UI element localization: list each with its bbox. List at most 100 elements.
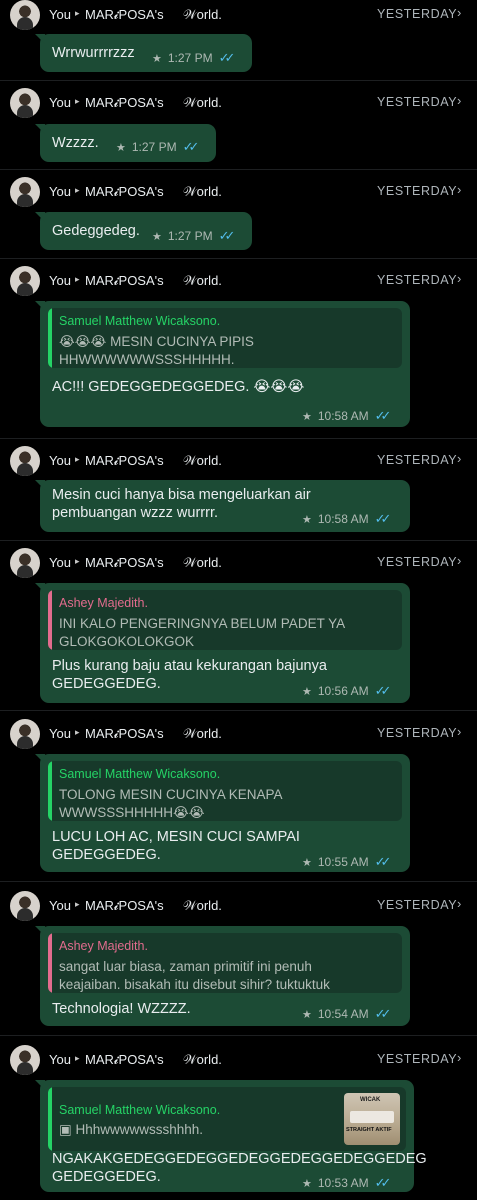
chat-name-suffix: 𝒲orld. — [183, 95, 222, 110]
sender-name: You — [49, 7, 71, 22]
chat-name-suffix: 𝒲orld. — [183, 898, 222, 913]
message-entry[interactable]: You ▸ MAR𝓲POSA's 𝒲orld. YESTERDAY › Samu… — [0, 266, 477, 442]
message-bubble[interactable]: Samuel Matthew Wicaksono. TOLONG MESIN C… — [35, 754, 410, 872]
divider — [0, 80, 477, 81]
message-bubble[interactable]: Mesin cuci hanya bisa mengeluarkan air p… — [35, 480, 410, 532]
avatar[interactable] — [10, 1045, 40, 1075]
chevron-right-icon[interactable]: › — [457, 553, 461, 568]
message-time: 10:56 AM — [317, 684, 369, 698]
chevron-right-icon[interactable]: › — [457, 93, 461, 108]
star-icon: ★ — [302, 410, 312, 423]
forward-header: You ▸ MAR𝓲POSA's 𝒲orld. YESTERDAY › — [0, 548, 477, 578]
message-meta: ★ 10:58 AM ✓✓ — [302, 511, 391, 527]
chevron-right-icon[interactable]: › — [457, 451, 461, 466]
chevron-right-icon[interactable]: › — [457, 182, 461, 197]
sender-name: You — [49, 1052, 71, 1067]
message-text: Technologia! WZZZZ. — [52, 1001, 191, 1017]
arrow-icon: ▸ — [75, 556, 80, 566]
forward-header: You ▸ MAR𝓲POSA's 𝒲orld. YESTERDAY › — [0, 177, 477, 207]
quote-bar — [48, 933, 52, 993]
chat-name-suffix: 𝒲orld. — [183, 273, 222, 288]
message-entry[interactable]: You ▸ MAR𝓲POSA's 𝒲orld. YESTERDAY › Ashe… — [0, 891, 477, 1039]
arrow-icon: ▸ — [75, 96, 80, 106]
double-check-icon: ✓✓ — [182, 139, 200, 154]
sender-name: You — [49, 898, 71, 913]
avatar[interactable] — [10, 177, 40, 207]
chat-name: MAR𝓲POSA's — [85, 555, 164, 570]
date-label: YESTERDAY — [377, 273, 458, 287]
date-label: YESTERDAY — [377, 898, 458, 912]
chat-name: MAR𝓲POSA's — [85, 898, 164, 913]
chevron-right-icon[interactable]: › — [457, 271, 461, 286]
quoted-message[interactable]: Ashey Majedith. INI KALO PENGERINGNYA BE… — [48, 590, 402, 650]
quote-bar — [48, 590, 52, 650]
forward-header: You ▸ MAR𝓲POSA's 𝒲orld. YESTERDAY › — [0, 719, 477, 749]
double-check-icon: ✓✓ — [374, 1175, 392, 1190]
avatar[interactable] — [10, 891, 40, 921]
avatar[interactable] — [10, 266, 40, 296]
forward-header: You ▸ MAR𝓲POSA's 𝒲orld. YESTERDAY › — [0, 0, 477, 30]
sender-name: You — [49, 184, 71, 199]
arrow-icon: ▸ — [75, 1053, 80, 1063]
double-check-icon: ✓✓ — [374, 854, 392, 869]
chat-name-suffix: 𝒲orld. — [183, 726, 222, 741]
message-text: Gedeggedeg. — [52, 223, 140, 239]
sender-name: You — [49, 95, 71, 110]
message-bubble[interactable]: Samuel Matthew Wicaksono. 😭😭😭 MESIN CUCI… — [35, 301, 410, 427]
quoted-image-thumbnail[interactable]: WICAK STRAIGHT AKTIF — [344, 1093, 400, 1145]
double-check-icon: ✓✓ — [374, 1006, 392, 1021]
message-meta: ★ 10:58 AM ✓✓ — [302, 408, 392, 424]
chevron-right-icon[interactable]: › — [457, 1050, 461, 1065]
message-entry[interactable]: You ▸ MAR𝓲POSA's 𝒲orld. YESTERDAY › Samu… — [0, 1045, 477, 1200]
divider — [0, 169, 477, 170]
message-bubble[interactable]: Wzzzz. ★ 1:27 PM ✓✓ — [35, 124, 216, 162]
message-bubble[interactable]: Gedeggedeg. ★ 1:27 PM ✓✓ — [35, 212, 252, 250]
avatar[interactable] — [10, 446, 40, 476]
message-bubble[interactable]: Ashey Majedith. sangat luar biasa, zaman… — [35, 926, 410, 1026]
avatar[interactable] — [10, 0, 40, 30]
message-entry[interactable]: You ▸ MAR𝓲POSA's 𝒲orld. YESTERDAY › Wrrw… — [0, 0, 477, 88]
quote-text-line: ▣ Hhhwwwwwssshhhh. — [59, 1122, 204, 1137]
message-entry[interactable]: You ▸ MAR𝓲POSA's 𝒲orld. YESTERDAY › Mesi… — [0, 446, 477, 538]
message-entry[interactable]: You ▸ MAR𝓲POSA's 𝒲orld. YESTERDAY › Gede… — [0, 177, 477, 265]
avatar[interactable] — [10, 548, 40, 578]
message-entry[interactable]: You ▸ MAR𝓲POSA's 𝒲orld. YESTERDAY › Samu… — [0, 719, 477, 881]
date-label: YESTERDAY — [377, 95, 458, 109]
chat-name: MAR𝓲POSA's — [85, 184, 164, 199]
chat-name: MAR𝓲POSA's — [85, 273, 164, 288]
message-text-line: Plus kurang baju atau kekurangan bajunya — [52, 658, 327, 674]
arrow-icon: ▸ — [75, 899, 80, 909]
chat-name-suffix: 𝒲orld. — [183, 184, 222, 199]
arrow-icon: ▸ — [75, 185, 80, 195]
double-check-icon: ✓✓ — [374, 408, 392, 423]
message-meta: ★ 1:27 PM ✓✓ — [116, 139, 200, 155]
chevron-right-icon[interactable]: › — [457, 724, 461, 739]
message-bubble[interactable]: Wrrwurrrrzzz ★ 1:27 PM ✓✓ — [35, 34, 252, 72]
message-bubble[interactable]: Ashey Majedith. INI KALO PENGERINGNYA BE… — [35, 583, 410, 703]
double-check-icon: ✓✓ — [218, 228, 236, 243]
arrow-icon: ▸ — [75, 8, 80, 18]
chat-name: MAR𝓲POSA's — [85, 7, 164, 22]
star-icon: ★ — [302, 513, 312, 526]
quote-text-line: GLOKGOKOLOKGOK — [59, 634, 195, 649]
quoted-message[interactable]: Samuel Matthew Wicaksono. 😭😭😭 MESIN CUCI… — [48, 308, 402, 368]
quote-text-line: HHWWWWWWSSSHHHHH. — [59, 352, 235, 367]
arrow-icon: ▸ — [75, 727, 80, 737]
divider — [0, 540, 477, 541]
message-meta: ★ 10:54 AM ✓✓ — [302, 1006, 392, 1022]
chevron-right-icon[interactable]: › — [457, 5, 461, 20]
date-label: YESTERDAY — [377, 726, 458, 740]
quoted-message[interactable]: Samuel Matthew Wicaksono. TOLONG MESIN C… — [48, 761, 402, 821]
forward-header: You ▸ MAR𝓲POSA's 𝒲orld. YESTERDAY › — [0, 1045, 477, 1075]
double-check-icon: ✓✓ — [374, 683, 392, 698]
message-bubble[interactable]: Samuel Matthew Wicaksono. ▣ Hhhwwwwwsssh… — [35, 1080, 427, 1192]
message-entry[interactable]: You ▸ MAR𝓲POSA's 𝒲orld. YESTERDAY › Ashe… — [0, 548, 477, 710]
chevron-right-icon[interactable]: › — [457, 896, 461, 911]
message-time: 10:58 AM — [317, 409, 369, 423]
message-entry[interactable]: You ▸ MAR𝓲POSA's 𝒲orld. YESTERDAY › Wzzz… — [0, 88, 477, 178]
avatar[interactable] — [10, 719, 40, 749]
avatar[interactable] — [10, 88, 40, 118]
quote-author: Ashey Majedith. — [59, 939, 148, 953]
quoted-message[interactable]: Ashey Majedith. sangat luar biasa, zaman… — [48, 933, 402, 993]
quoted-message[interactable]: Samuel Matthew Wicaksono. ▣ Hhhwwwwwsssh… — [48, 1087, 406, 1151]
